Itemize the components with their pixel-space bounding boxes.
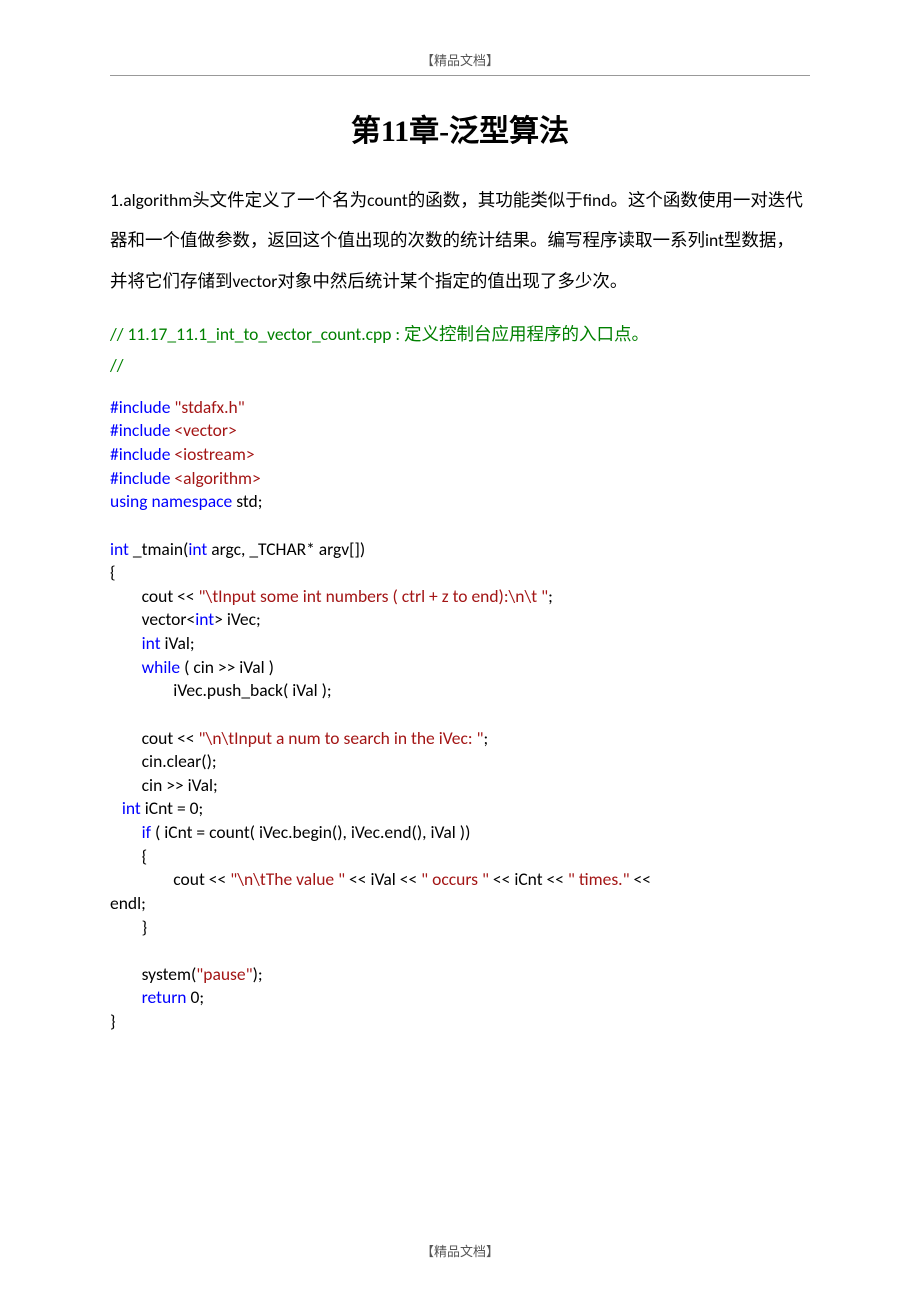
- str-times: " times.": [568, 868, 630, 890]
- str-pause: "pause": [196, 963, 252, 985]
- txt-std: std;: [232, 490, 262, 512]
- kw-return: return: [142, 986, 187, 1008]
- txt-args: argc, _TCHAR* argv[]): [207, 538, 365, 560]
- comment-line-2: //: [110, 350, 810, 382]
- kw-include: #include: [110, 467, 170, 489]
- txt-cout1a: cout <<: [110, 585, 199, 607]
- header-badge: 【精品文档】: [110, 50, 810, 76]
- txt-ifclose: }: [110, 916, 147, 938]
- str-iostream: <iostream>: [170, 443, 254, 465]
- kw-while: while: [142, 656, 180, 678]
- str-stdafx: "stdafx.h": [170, 396, 244, 418]
- kw-include: #include: [110, 396, 170, 418]
- txt-cout3d: <<: [630, 868, 651, 890]
- txt-icnt-b: iCnt = 0;: [141, 797, 203, 819]
- document-page: 【精品文档】 第11章-泛型算法 1.algorithm头文件定义了一个名为co…: [0, 0, 920, 1074]
- str-vector: <vector>: [170, 419, 236, 441]
- txt-endl: endl;: [110, 892, 146, 914]
- txt-cout2a: cout <<: [110, 727, 199, 749]
- brace-open: {: [110, 561, 116, 583]
- txt-vecdecl-a: vector<: [110, 608, 195, 630]
- txt-cout3b: << iVal <<: [345, 868, 421, 890]
- txt-system-a: system(: [110, 963, 196, 985]
- txt-system-b: );: [253, 963, 263, 985]
- txt-return-a: [110, 986, 142, 1008]
- txt-cout2b: ;: [484, 727, 489, 749]
- txt-while-b: ( cin >> iVal ): [180, 656, 274, 678]
- comment-line-1: // 11.17_11.1_int_to_vector_count.cpp : …: [110, 319, 810, 351]
- txt-while-a: [110, 656, 142, 678]
- txt-push: iVec.push_back( iVal );: [110, 679, 332, 701]
- kw-namespace: namespace: [148, 490, 233, 512]
- kw-int: int: [110, 538, 129, 560]
- kw-using: using: [110, 490, 148, 512]
- kw-include: #include: [110, 419, 170, 441]
- txt-icnt-a: [110, 797, 122, 819]
- str-prompt2: "\n\tInput a num to search in the iVec: …: [199, 727, 484, 749]
- footer-badge: 【精品文档】: [0, 1241, 920, 1260]
- kw-include: #include: [110, 443, 170, 465]
- txt-cinclear: cin.clear();: [110, 750, 217, 772]
- str-prompt1: "\tInput some int numbers ( ctrl + z to …: [199, 585, 549, 607]
- str-val: "\n\tThe value ": [230, 868, 345, 890]
- kw-int: int: [142, 632, 161, 654]
- kw-int: int: [188, 538, 207, 560]
- kw-int: int: [195, 608, 214, 630]
- txt-cout3a: cout <<: [110, 868, 230, 890]
- txt-ifopen: {: [110, 845, 147, 867]
- page-title: 第11章-泛型算法: [110, 106, 810, 150]
- str-occurs: " occurs ": [421, 868, 489, 890]
- txt-return-b: 0;: [187, 986, 205, 1008]
- kw-if: if: [142, 821, 151, 843]
- code-comment-block: // 11.17_11.1_int_to_vector_count.cpp : …: [110, 319, 810, 382]
- brace-close: }: [110, 1010, 116, 1032]
- txt-if-b: ( iCnt = count( iVec.begin(), iVec.end()…: [151, 821, 470, 843]
- str-algorithm: <algorithm>: [170, 467, 260, 489]
- txt-tmain: _tmain(: [129, 538, 188, 560]
- txt-vecdecl-b: > iVec;: [214, 608, 261, 630]
- txt-cinival: cin >> iVal;: [110, 774, 218, 796]
- txt-ivaldecl-b: iVal;: [161, 632, 195, 654]
- intro-paragraph: 1.algorithm头文件定义了一个名为count的函数，其功能类似于find…: [110, 180, 810, 301]
- kw-int: int: [122, 797, 141, 819]
- txt-cout1b: ;: [548, 585, 553, 607]
- txt-cout3c: << iCnt <<: [489, 868, 568, 890]
- txt-if-a: [110, 821, 142, 843]
- txt-ivaldecl-a: [110, 632, 142, 654]
- code-block: #include "stdafx.h" #include <vector> #i…: [110, 396, 810, 1034]
